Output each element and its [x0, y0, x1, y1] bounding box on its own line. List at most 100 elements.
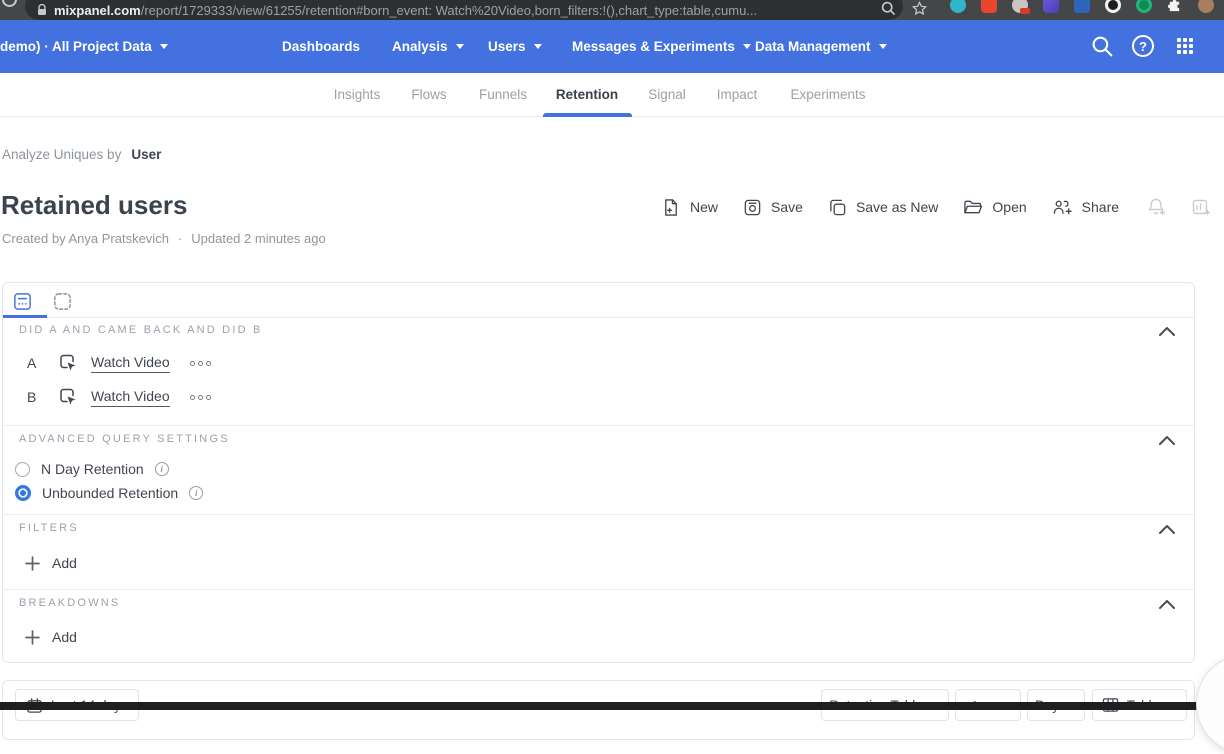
tab-flows[interactable]: Flows: [411, 73, 446, 117]
tab-funnels[interactable]: Funnels: [479, 73, 527, 117]
caret-down-icon: [160, 44, 168, 49]
tab-impact[interactable]: Impact: [717, 73, 758, 117]
created-by-text: Created by Anya Pratskevich: [2, 231, 169, 246]
add-breakdown-button[interactable]: Add: [25, 625, 77, 649]
builder-tab-standard-icon[interactable]: [10, 289, 34, 313]
nav-item-dashboards[interactable]: Dashboards: [282, 20, 360, 73]
section-title-did-a-b: DID A AND CAME BACK AND DID B: [19, 324, 263, 336]
divider: [3, 514, 1194, 515]
tab-experiments[interactable]: Experiments: [790, 73, 865, 117]
extension-record-icon[interactable]: [1105, 0, 1121, 13]
add-label: Add: [52, 555, 77, 571]
option-label: Unbounded Retention: [42, 485, 178, 501]
updated-text: Updated 2 minutes ago: [191, 231, 325, 246]
plus-icon: [25, 556, 40, 571]
builder-tab-custom-icon[interactable]: [50, 289, 74, 313]
event-icon: [57, 352, 79, 374]
reload-icon[interactable]: [2, 0, 17, 7]
collapse-section-chevron-icon[interactable]: [1159, 326, 1175, 337]
url-domain: mixpanel.com: [54, 3, 141, 18]
collapse-section-chevron-icon[interactable]: [1159, 599, 1175, 610]
step-label: A: [27, 355, 39, 371]
browser-profile-avatar[interactable]: [1198, 0, 1214, 13]
nav-item-data-management[interactable]: Data Management: [755, 20, 887, 73]
info-icon[interactable]: i: [189, 486, 203, 500]
divider: [3, 425, 1194, 426]
builder-mode-tabs: [3, 283, 1194, 318]
results-toolbar-card: Last 14 days Retention Table ✂ Day Table: [2, 680, 1195, 740]
alert-bell-icon[interactable]: [1146, 197, 1166, 217]
extension-teal-icon[interactable]: [950, 0, 966, 13]
new-button[interactable]: New: [662, 198, 718, 217]
add-filter-button[interactable]: Add: [25, 551, 77, 575]
step-row-a: A Watch Video: [27, 349, 211, 377]
help-icon[interactable]: ?: [1132, 35, 1154, 57]
address-bar[interactable]: mixpanel.com/report/1729333/view/61255/r…: [25, 0, 903, 20]
share-button[interactable]: Share: [1052, 198, 1119, 217]
step-label: B: [27, 389, 39, 405]
extension-green-icon[interactable]: [1136, 0, 1152, 13]
step-row-b: B Watch Video: [27, 383, 211, 411]
step-options-icon[interactable]: [190, 361, 211, 366]
caret-down-icon: [879, 44, 887, 49]
collapse-section-chevron-icon[interactable]: [1159, 435, 1175, 446]
caret-down-icon: [456, 44, 464, 49]
new-document-icon: [662, 198, 681, 217]
event-icon: [57, 386, 79, 408]
extension-purple-icon[interactable]: [1043, 0, 1059, 13]
meta-dot: ·: [178, 231, 182, 246]
analyze-label: Analyze Uniques by: [2, 147, 121, 162]
nav-item-users[interactable]: Users: [488, 20, 542, 73]
extension-red-icon[interactable]: [981, 0, 997, 13]
lock-icon: [37, 4, 47, 16]
browser-toolbar: mixpanel.com/report/1729333/view/61255/r…: [0, 0, 1224, 20]
nav-item-analysis[interactable]: Analysis: [392, 20, 464, 73]
bookmark-star-icon[interactable]: [912, 1, 927, 16]
add-to-board-icon[interactable]: [1191, 197, 1211, 217]
apps-grid-icon[interactable]: [1177, 38, 1193, 54]
save-as-new-button[interactable]: Save as New: [828, 198, 938, 217]
save-icon: [743, 198, 762, 217]
report-meta: Created by Anya Pratskevich · Updated 2 …: [2, 231, 326, 246]
project-selector-label: demo) · All Project Data: [0, 39, 152, 54]
search-icon[interactable]: [881, 1, 896, 16]
browser-extensions: [950, 0, 1214, 13]
nav-search-icon[interactable]: [1090, 34, 1115, 59]
project-selector[interactable]: demo) · All Project Data: [0, 20, 168, 73]
share-users-icon: [1052, 198, 1073, 217]
analyze-uniques-row: Analyze Uniques by User: [2, 147, 161, 162]
plus-icon: [25, 630, 40, 645]
save-button[interactable]: Save: [743, 198, 803, 217]
extension-gray-minus-icon[interactable]: [1012, 0, 1028, 13]
radio-unselected-icon[interactable]: [15, 462, 30, 477]
tab-signal[interactable]: Signal: [648, 73, 686, 117]
step-options-icon[interactable]: [190, 395, 211, 400]
nav-item-messages-experiments[interactable]: Messages & Experiments: [572, 20, 751, 73]
section-title-breakdowns: BREAKDOWNS: [19, 597, 120, 609]
caret-down-icon: [534, 44, 542, 49]
info-icon[interactable]: i: [155, 462, 169, 476]
tab-retention[interactable]: Retention: [556, 73, 618, 117]
query-builder-card: DID A AND CAME BACK AND DID B A Watch Vi…: [2, 282, 1195, 663]
open-button[interactable]: Open: [963, 198, 1026, 217]
url-text: mixpanel.com/report/1729333/view/61255/r…: [54, 3, 757, 18]
event-selector[interactable]: Watch Video: [91, 354, 170, 373]
extension-blue-icon[interactable]: [1074, 0, 1090, 13]
collapse-section-chevron-icon[interactable]: [1159, 524, 1175, 535]
folder-open-icon: [963, 198, 983, 217]
bottom-cropped-strip: [0, 702, 1224, 710]
caret-down-icon: [743, 44, 751, 49]
tab-insights[interactable]: Insights: [334, 73, 381, 117]
add-label: Add: [52, 629, 77, 645]
puzzle-extensions-icon[interactable]: [1167, 0, 1183, 13]
option-n-day-retention: N Day Retention i: [15, 459, 169, 479]
event-selector[interactable]: Watch Video: [91, 388, 170, 407]
analyze-entity-selector[interactable]: User: [131, 147, 161, 162]
url-path: /report/1729333/view/61255/retention#bor…: [141, 3, 757, 18]
radio-selected-icon[interactable]: [15, 485, 31, 501]
report-actions: New Save Save as New Open Share: [662, 193, 1224, 221]
active-tab-indicator: [543, 113, 632, 117]
report-tab-bar: Insights Flows Funnels Retention Signal …: [0, 73, 1224, 117]
chat-bubble-button[interactable]: [1196, 654, 1224, 754]
page-title: Retained users: [1, 190, 187, 221]
